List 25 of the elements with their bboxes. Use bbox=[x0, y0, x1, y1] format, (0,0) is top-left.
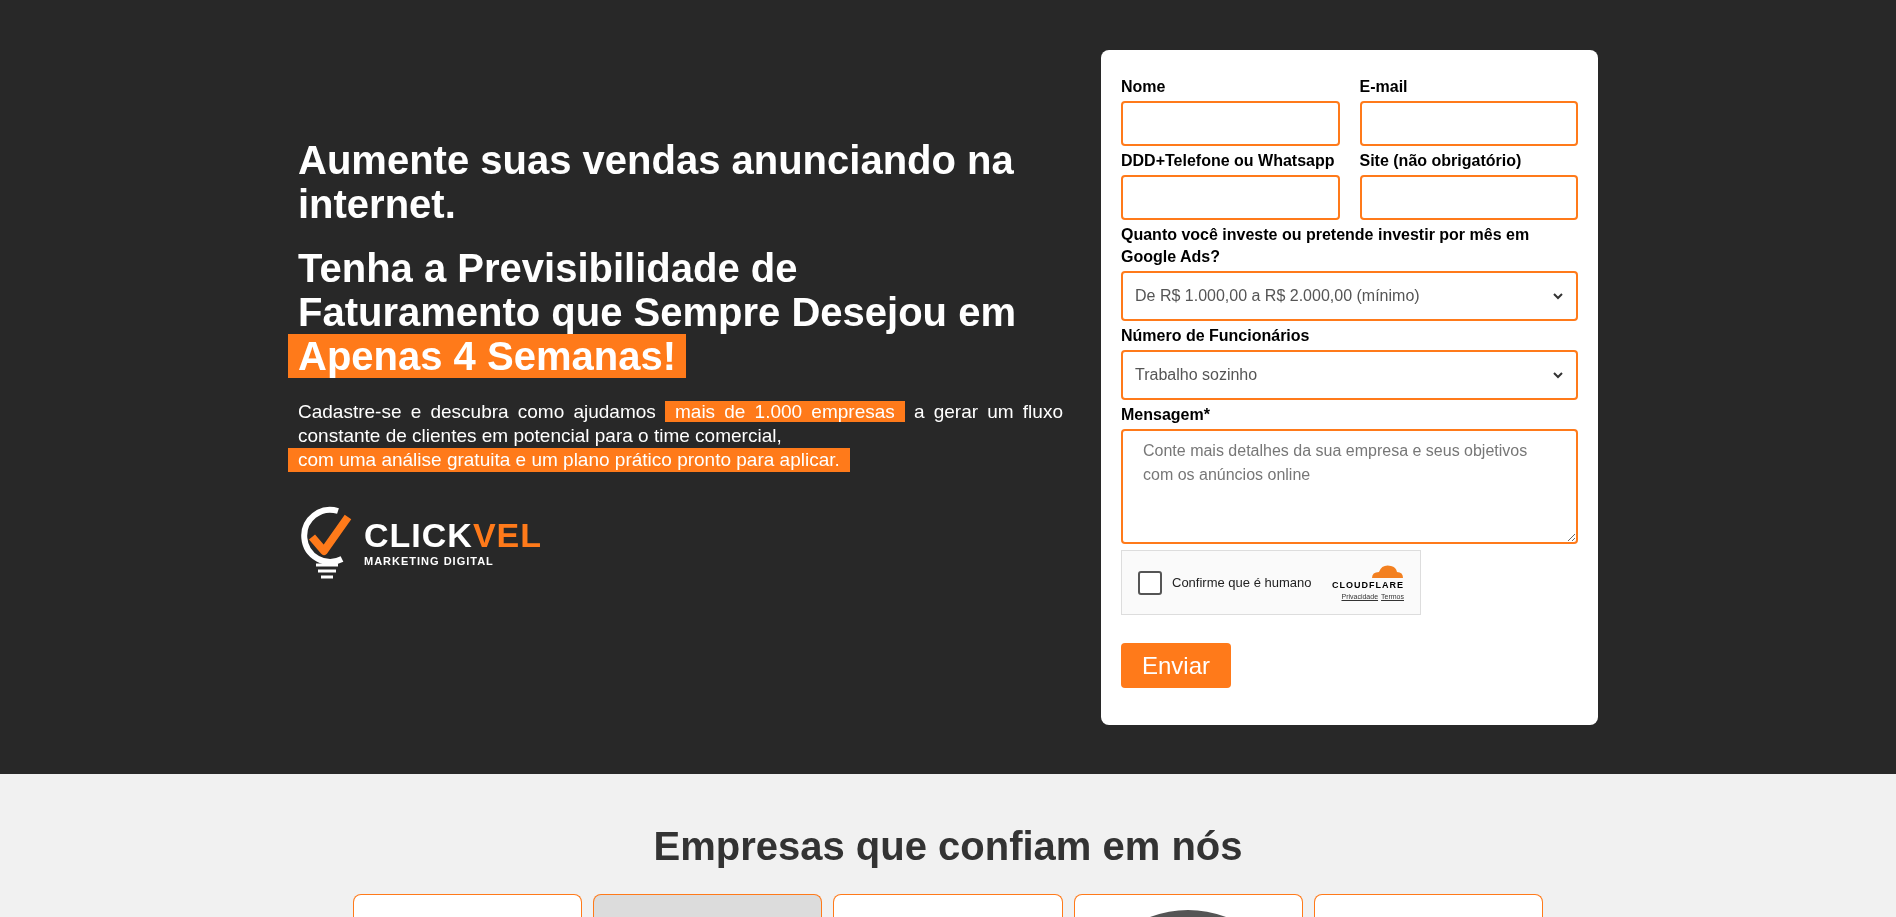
highlighted-description: com uma análise gratuita e um plano prático pronto para aplicar. bbox=[288, 448, 850, 472]
field-label: Nome bbox=[1121, 77, 1167, 97]
logo-wordmark: CLICKVEL bbox=[364, 516, 542, 553]
captcha-label: Confirme que é humano bbox=[1172, 573, 1312, 592]
captcha-brand: CLOUDFLARE bbox=[1332, 578, 1404, 591]
field-label: E-mail bbox=[1359, 77, 1409, 97]
section-title: Empresas que confiam em nós bbox=[653, 824, 1243, 868]
message-field[interactable]: Conte mais detalhes da sua empresa e seus objetivos com os anúncios online bbox=[1121, 429, 1578, 544]
subheadline: Tenha a Previsibilidade de Faturamento que Sempre Desejou em Apenas 4 Semanas! bbox=[288, 246, 1028, 378]
field-label: Quanto você investe ou pretende investir por mês em Google Ads? bbox=[1121, 225, 1531, 267]
headline: Aumente suas vendas anunciando na internet. bbox=[298, 138, 1015, 226]
input-field[interactable] bbox=[1359, 101, 1578, 146]
input-field[interactable] bbox=[1121, 175, 1340, 220]
field-label: Site (não obrigatório) bbox=[1359, 151, 1523, 171]
field-label: DDD+Telefone ou Whatsapp bbox=[1121, 151, 1336, 171]
input-field[interactable] bbox=[1359, 175, 1578, 220]
field-label: Número de Funcionários bbox=[1121, 326, 1311, 346]
chevron-down-icon bbox=[1552, 292, 1564, 300]
input-field[interactable] bbox=[1121, 101, 1340, 146]
select-field[interactable]: De R$ 1.000,00 a R$ 2.000,00 (mínimo) bbox=[1121, 271, 1578, 321]
captcha-checkbox[interactable] bbox=[1138, 570, 1162, 595]
chevron-down-icon bbox=[1552, 371, 1564, 379]
field-label: Mensagem* bbox=[1121, 405, 1211, 425]
logo-tagline: MARKETING DIGITAL bbox=[364, 553, 495, 569]
select-field[interactable]: Trabalho sozinho bbox=[1121, 350, 1578, 400]
